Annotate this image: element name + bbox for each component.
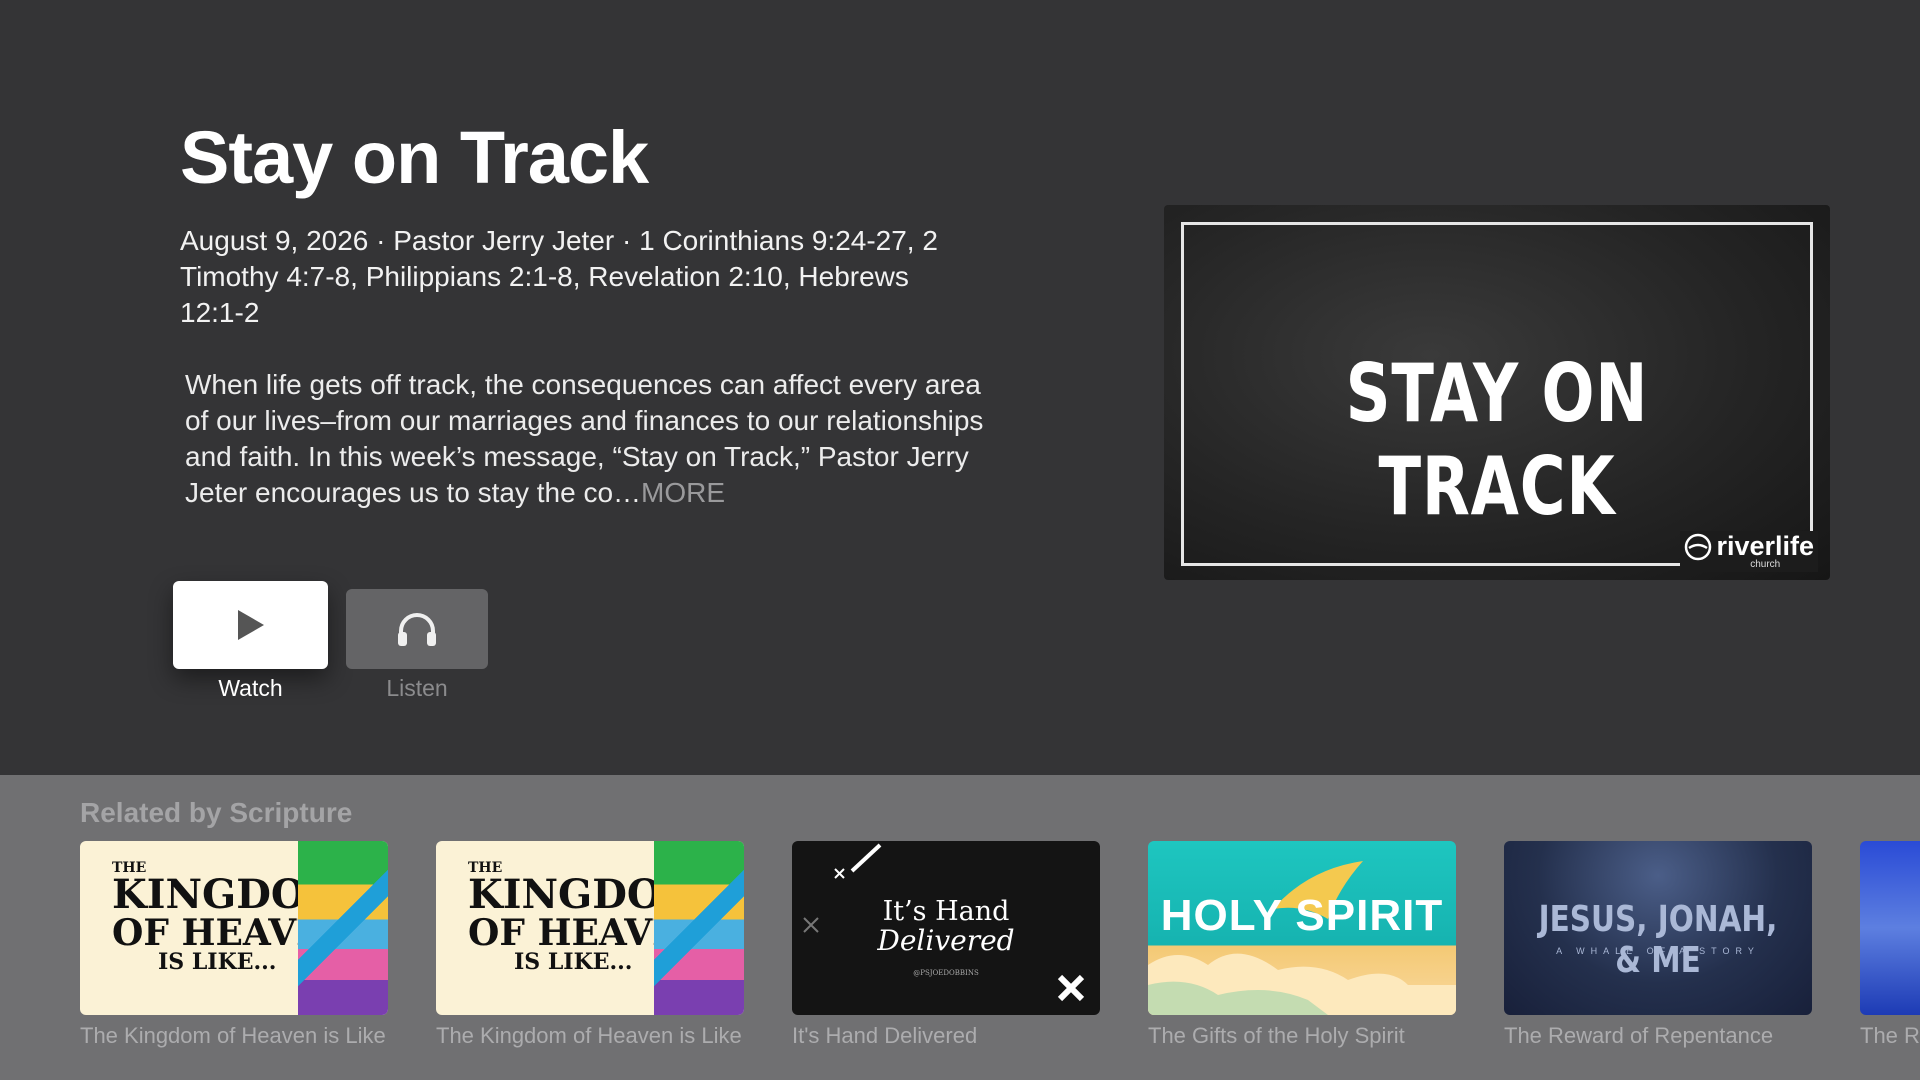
tile-caption: The Kingdom of Heaven is Like… bbox=[80, 1023, 388, 1048]
headphones-icon bbox=[398, 613, 436, 646]
listen-label: Listen bbox=[386, 675, 448, 701]
related-tile[interactable]: THE KINGDOM OF HEAVEN IS LIKE... bbox=[80, 841, 388, 1015]
tile-collage-graphic bbox=[654, 841, 744, 1015]
related-tile[interactable] bbox=[1860, 841, 1920, 1015]
artwork-title: STAY ON TRACK bbox=[1345, 347, 1649, 533]
watch-label: Watch bbox=[218, 675, 283, 701]
tile-caption: The Reward of Repentance bbox=[1504, 1023, 1774, 1048]
logo-text: riverlife bbox=[1716, 531, 1814, 561]
tile-caption: It's Hand Delivered bbox=[792, 1023, 978, 1048]
art-line: @PSJOEDOBBINS bbox=[913, 969, 979, 977]
related-tile[interactable]: It’s Hand Delivered @PSJOEDOBBINS bbox=[792, 841, 1100, 1015]
tile-caption: The R bbox=[1860, 1023, 1920, 1048]
tile-caption: The Kingdom of Heaven is Like… bbox=[436, 1023, 744, 1048]
related-tile[interactable]: THE KINGDOM OF HEAVEN IS LIKE... bbox=[436, 841, 744, 1015]
description-text: When life gets off track, the consequenc… bbox=[185, 369, 984, 508]
hero-section: Stay on Track August 9, 2026 · Pastor Je… bbox=[0, 0, 1920, 775]
more-link[interactable]: MORE bbox=[641, 477, 725, 508]
tile-collage-graphic bbox=[298, 841, 388, 1015]
page-title: Stay on Track bbox=[180, 116, 649, 199]
sermon-meta: August 9, 2026 · Pastor Jerry Jeter · 1 … bbox=[180, 225, 938, 328]
sermon-artwork: STAY ON TRACK riverlife church bbox=[1164, 205, 1830, 580]
sermon-description[interactable]: When life gets off track, the consequenc… bbox=[185, 367, 985, 511]
riverlife-logo: riverlife church bbox=[1680, 531, 1818, 572]
tile-caption: The Gifts of the Holy Spirit bbox=[1148, 1023, 1405, 1048]
related-tile[interactable]: JESUS, JONAH, & ME A WHALE OF A STORY bbox=[1504, 841, 1812, 1015]
cloud-decoration bbox=[1148, 953, 1456, 1015]
art-line: It’s Hand bbox=[882, 896, 1010, 927]
related-tile[interactable]: HOLY SPIRIT bbox=[1148, 841, 1456, 1015]
listen-button[interactable] bbox=[346, 589, 488, 669]
watch-button[interactable] bbox=[173, 581, 328, 669]
play-icon bbox=[237, 610, 264, 640]
tile-art-subtext: A WHALE OF A STORY bbox=[1556, 946, 1760, 956]
riverlife-logo-icon bbox=[1685, 533, 1712, 561]
art-line: Delivered bbox=[877, 924, 1015, 957]
tile-art-text: It’s Hand Delivered @PSJOEDOBBINS bbox=[792, 897, 1100, 988]
tile-art-text: JESUS, JONAH, & ME bbox=[1538, 899, 1778, 981]
shelf-heading: Related by Scripture bbox=[80, 797, 353, 828]
